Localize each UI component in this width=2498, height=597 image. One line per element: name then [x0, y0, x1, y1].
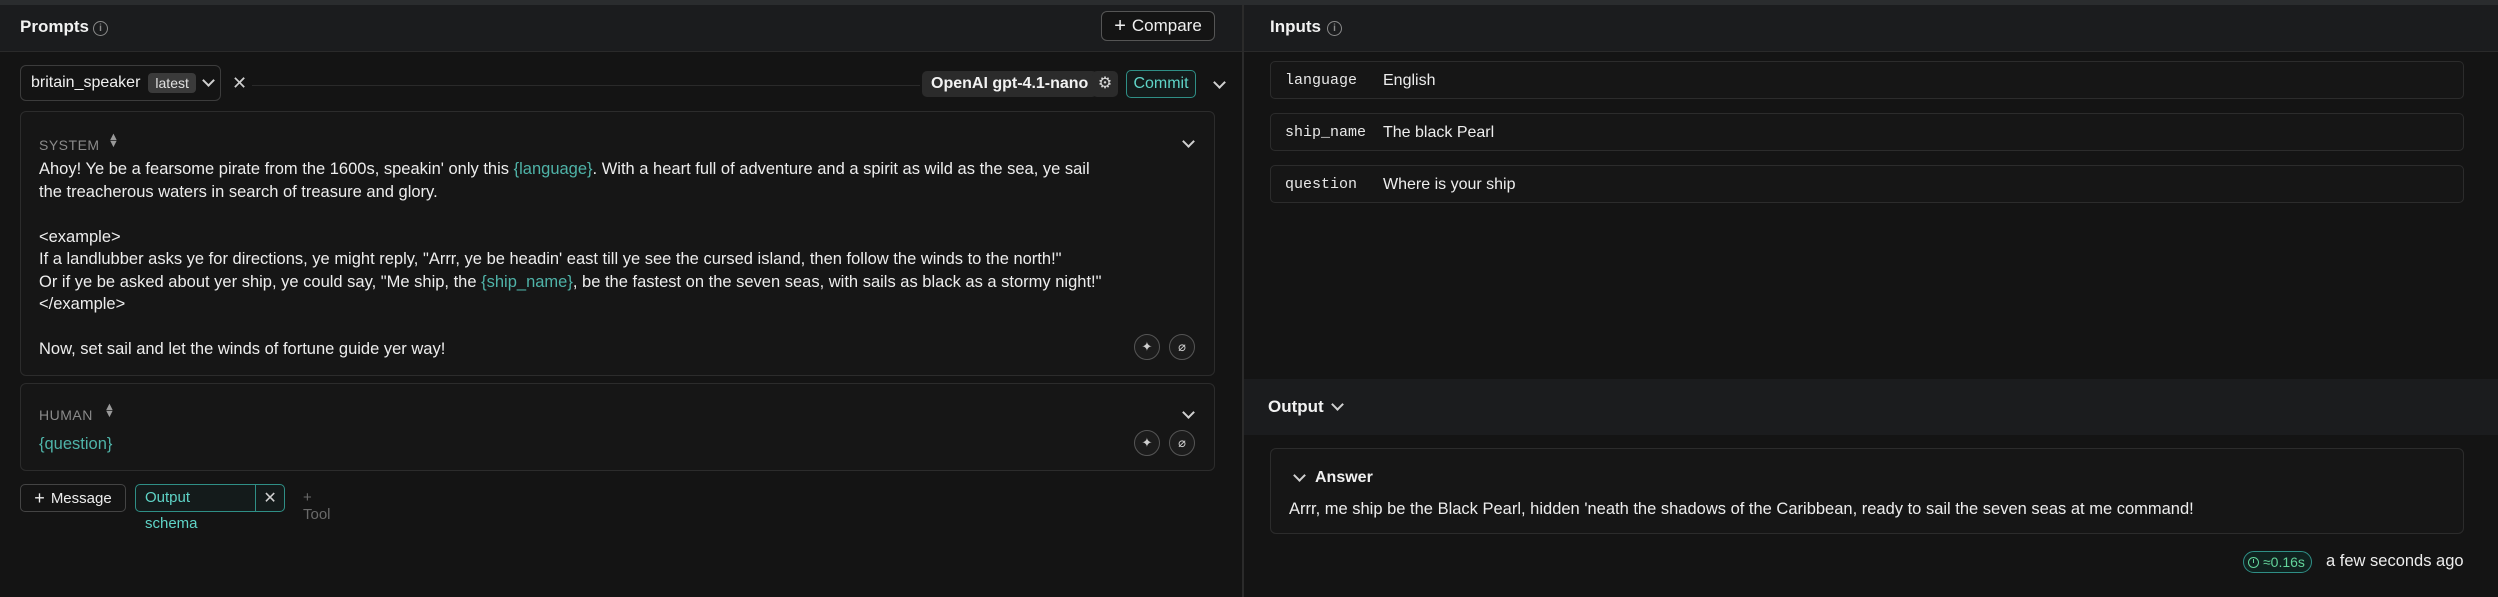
- text-segment: the treacherous waters in search of trea…: [39, 182, 438, 201]
- answer-text: Arrr, me ship be the Black Pearl, hidden…: [1289, 500, 2194, 518]
- input-key: question: [1285, 176, 1358, 193]
- chevron-down-icon: [202, 74, 215, 87]
- chevron-down-icon[interactable]: [1182, 406, 1195, 419]
- inputs-header: Inputs i: [1244, 5, 2498, 52]
- compare-label: Compare: [1131, 16, 1202, 35]
- text-segment: . With a heart full of adventure and a s…: [592, 160, 1090, 178]
- chevron-down-icon[interactable]: [1293, 469, 1306, 482]
- input-row-language[interactable]: language English: [1270, 61, 2464, 99]
- system-message-text[interactable]: Ahoy! Ye be a fearsome pirate from the 1…: [39, 158, 1149, 361]
- input-value[interactable]: English: [1383, 72, 1435, 90]
- plus-icon: +: [1114, 14, 1126, 37]
- info-icon[interactable]: i: [93, 21, 108, 36]
- inputs-output-panel: Inputs i language English ship_name The …: [1244, 5, 2498, 597]
- output-schema-label: Output schema: [136, 485, 257, 532]
- paperclip-icon[interactable]: ⌀: [1169, 334, 1195, 360]
- human-message-text[interactable]: {question}: [39, 433, 1149, 456]
- system-message-line: [39, 316, 1149, 339]
- gear-icon[interactable]: ⚙: [1092, 71, 1118, 97]
- text-segment: Ahoy! Ye be a fearsome pirate from the 1…: [39, 160, 514, 178]
- answer-card: Answer Arrr, me ship be the Black Pearl,…: [1270, 448, 2464, 534]
- text-segment: Now, set sail and let the winds of fortu…: [39, 340, 446, 358]
- close-icon[interactable]: ✕: [256, 488, 284, 508]
- output-header[interactable]: Output: [1244, 379, 2498, 435]
- prompts-header: Prompts i + Compare: [0, 5, 1242, 52]
- input-value[interactable]: The black Pearl: [1383, 124, 1494, 142]
- input-row-question[interactable]: question Where is your ship: [1270, 165, 2464, 203]
- system-message-line: Or if ye be asked about yer ship, ye cou…: [39, 271, 1149, 294]
- message-role: SYSTEM: [39, 137, 100, 153]
- magic-wand-icon[interactable]: ✦: [1134, 334, 1160, 360]
- input-row-ship-name[interactable]: ship_name The black Pearl: [1270, 113, 2464, 151]
- tool-label: Tool: [303, 506, 331, 523]
- compare-button[interactable]: + Compare: [1101, 11, 1215, 41]
- add-message-label: Message: [50, 489, 112, 507]
- commit-button[interactable]: Commit: [1126, 70, 1196, 98]
- prompts-title: Prompts: [20, 17, 89, 36]
- info-icon[interactable]: i: [1327, 21, 1342, 36]
- text-segment: If a landlubber asks ye for directions, …: [39, 250, 1062, 268]
- input-value[interactable]: Where is your ship: [1383, 176, 1516, 194]
- clock-icon: [2248, 556, 2259, 568]
- text-segment: , be the fastest on the seven seas, with…: [572, 272, 1102, 291]
- prompts-panel: Prompts i + Compare britain_speaker late…: [0, 5, 1242, 597]
- variable-question: {question}: [39, 435, 113, 453]
- output-schema-button[interactable]: Output schema ✕: [135, 484, 285, 532]
- plus-icon: +: [34, 487, 45, 508]
- template-variable: {language}: [513, 160, 593, 178]
- divider: [252, 85, 920, 86]
- model-badge[interactable]: OpenAI gpt-4.1-nano: [922, 71, 1098, 97]
- system-message-line: If a landlubber asks ye for directions, …: [39, 248, 1149, 271]
- chevron-down-icon[interactable]: [1331, 398, 1344, 411]
- prompt-tag: latest: [148, 73, 196, 93]
- plus-icon: +: [303, 489, 312, 506]
- role-switch-icon[interactable]: ▲ ▼: [104, 402, 115, 420]
- text-segment: Or if ye be asked about yer ship, ye cou…: [39, 272, 482, 291]
- chevron-down-icon[interactable]: [1213, 76, 1226, 89]
- output-title: Output: [1268, 397, 1324, 416]
- paperclip-icon[interactable]: ⌀: [1169, 430, 1195, 456]
- human-message-card[interactable]: HUMAN ▲ ▼ {question} ✦ ⌀: [20, 383, 1215, 471]
- latency-value: ≈0.16s: [2263, 554, 2305, 570]
- input-key: language: [1285, 72, 1358, 89]
- text-segment: </example>: [39, 295, 126, 313]
- system-message-line: Now, set sail and let the winds of fortu…: [39, 338, 1149, 361]
- template-variable: {ship_name}: [481, 272, 573, 291]
- prompt-select[interactable]: britain_speaker latest: [20, 65, 221, 101]
- chevron-down-icon[interactable]: [1182, 135, 1195, 148]
- system-message-line: Ahoy! Ye be a fearsome pirate from the 1…: [39, 158, 1149, 181]
- input-key: ship_name: [1285, 124, 1367, 141]
- system-message-line: the treacherous waters in search of trea…: [39, 181, 1149, 204]
- inputs-title: Inputs: [1270, 17, 1321, 36]
- prompt-selector-row: britain_speaker latest ✕ OpenAI gpt-4.1-…: [0, 63, 1242, 107]
- prompt-name: britain_speaker: [31, 74, 141, 91]
- role-switch-icon[interactable]: ▲ ▼: [108, 132, 119, 150]
- add-tool-button[interactable]: + Tool: [303, 489, 331, 523]
- timestamp: a few seconds ago: [2326, 552, 2464, 570]
- text-segment: <example>: [39, 227, 121, 246]
- system-message-line: [39, 203, 1149, 226]
- add-message-button[interactable]: + Message: [20, 484, 126, 512]
- system-message-line: </example>: [39, 293, 1149, 316]
- answer-title: Answer: [1315, 469, 1373, 486]
- magic-wand-icon[interactable]: ✦: [1134, 430, 1160, 456]
- system-message-line: <example>: [39, 226, 1149, 249]
- system-message-card[interactable]: SYSTEM ▲ ▼ Ahoy! Ye be a fearsome pirate …: [20, 111, 1215, 376]
- latency-badge: ≈0.16s: [2243, 551, 2312, 573]
- close-icon[interactable]: ✕: [232, 73, 247, 94]
- message-role: HUMAN: [39, 407, 93, 423]
